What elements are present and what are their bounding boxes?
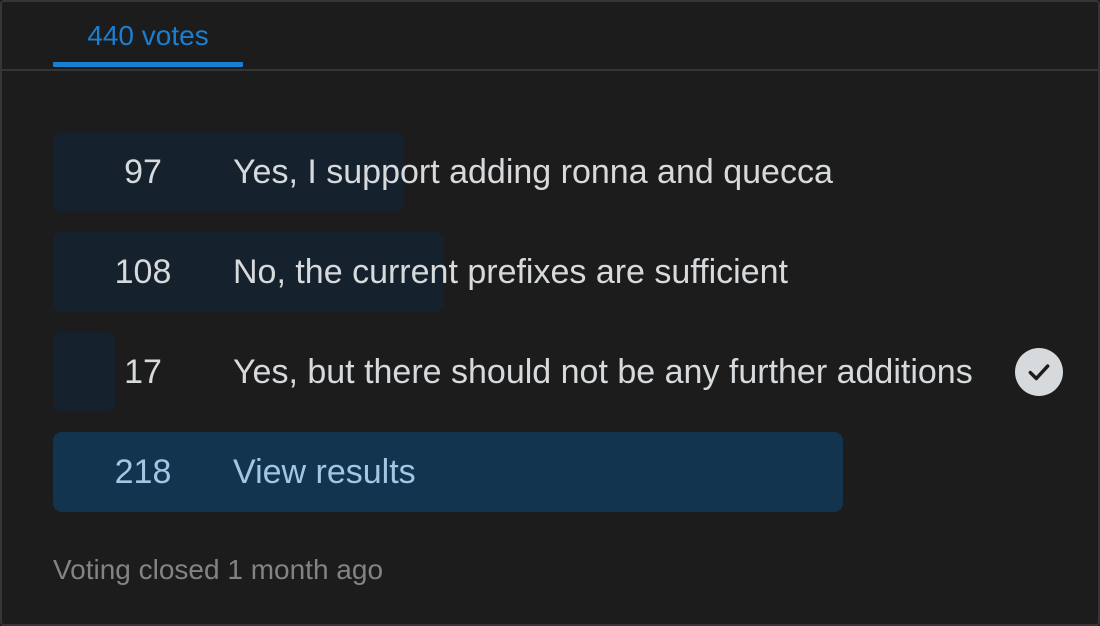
- active-tab-indicator: [53, 62, 243, 67]
- poll-option-selected: 17 Yes, but there should not be any furt…: [53, 332, 1093, 412]
- poll-options: 97 Yes, I support adding ronna and quecc…: [53, 132, 1093, 532]
- poll-option-count: 17: [124, 353, 162, 391]
- poll-option: 108 No, the current prefixes are suffici…: [53, 232, 1093, 312]
- poll-option-label: No, the current prefixes are sufficient: [233, 253, 788, 291]
- poll-option: 97 Yes, I support adding ronna and quecc…: [53, 132, 1093, 212]
- check-circle-icon: [1015, 348, 1063, 396]
- poll-widget: 440 votes 97 Yes, I support adding ronna…: [0, 0, 1100, 626]
- tab-votes[interactable]: 440 votes: [53, 2, 243, 69]
- voting-status: Voting closed 1 month ago: [53, 554, 384, 585]
- poll-option-label: Yes, but there should not be any further…: [233, 353, 973, 391]
- view-results-button[interactable]: 218 View results: [53, 432, 1093, 512]
- total-count: 218: [114, 453, 172, 491]
- poll-option-count: 108: [114, 253, 172, 291]
- poll-option-label: Yes, I support adding ronna and quecca: [233, 153, 833, 191]
- view-results-label: View results: [233, 453, 416, 491]
- poll-option-count: 97: [124, 153, 162, 191]
- poll-tab-bar: 440 votes: [2, 2, 1098, 71]
